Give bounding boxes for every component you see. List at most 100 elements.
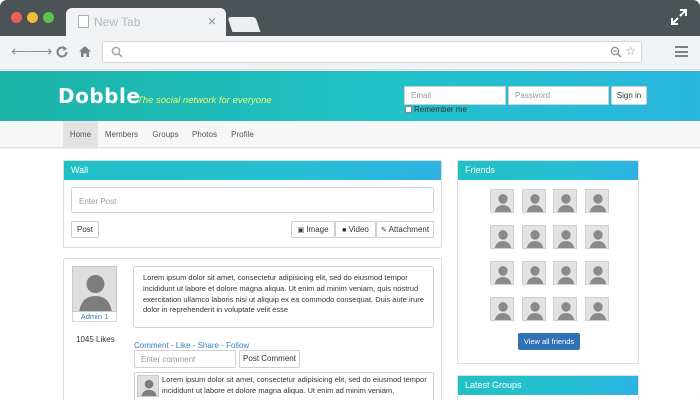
remember-me[interactable]: Remember me (405, 105, 467, 114)
back-arrow-icon[interactable]: ⟵ (11, 44, 33, 60)
address-bar[interactable]: ☆ (102, 41, 642, 63)
friend-avatar[interactable] (522, 261, 546, 285)
tab-title: New Tab (94, 15, 141, 29)
user-silhouette-icon (523, 190, 545, 212)
wall-title: Wall (64, 161, 441, 180)
user-silhouette-icon (491, 262, 513, 284)
action-separator: - (168, 341, 176, 350)
email-input[interactable]: Email (404, 86, 506, 105)
friend-avatar[interactable] (553, 297, 577, 321)
post-text: Lorem ipsum dolor sit amet, consectetur … (143, 273, 424, 315)
user-silhouette-icon (73, 267, 116, 311)
commenter-avatar[interactable] (137, 375, 159, 397)
user-silhouette-icon (523, 262, 545, 284)
attachment-button-label: Attachment (388, 225, 430, 234)
image-button-label: Image (306, 225, 329, 234)
site-logo[interactable]: Dobble (58, 84, 140, 108)
user-silhouette-icon (523, 298, 545, 320)
share-link[interactable]: Share (198, 341, 219, 350)
comment-item: Lorem ipsum dolor sit amet, consectetur … (134, 372, 434, 400)
password-input[interactable]: Password (508, 86, 609, 105)
user-silhouette-icon (586, 298, 608, 320)
likes-count: 1045 Likes (76, 335, 115, 344)
video-button-label: Video (348, 225, 369, 234)
latest-groups-panel: Latest Groups (457, 375, 639, 400)
browser-titlebar: New Tab × (0, 0, 700, 36)
author-name[interactable]: Admin 1 (72, 312, 117, 322)
sign-in-button[interactable]: Sign in (611, 86, 647, 105)
post-comment-button[interactable]: Post Comment (239, 350, 300, 368)
user-silhouette-icon (586, 226, 608, 248)
browser-menu-icon[interactable] (675, 46, 688, 57)
friend-avatar[interactable] (490, 297, 514, 321)
like-link[interactable]: Like (176, 341, 191, 350)
attachment-button[interactable]: ✎ Attachment (376, 221, 434, 238)
friend-avatar[interactable] (585, 297, 609, 321)
remember-me-checkbox[interactable] (405, 106, 412, 113)
friend-avatar[interactable] (553, 261, 577, 285)
close-window-button[interactable] (11, 12, 22, 23)
author-avatar[interactable] (72, 266, 117, 312)
latest-groups-title: Latest Groups (458, 376, 638, 395)
site-tagline: The social network for everyone (137, 95, 272, 106)
friend-avatar[interactable] (522, 225, 546, 249)
expand-icon[interactable] (670, 8, 688, 26)
bookmark-star-icon[interactable]: ☆ (625, 44, 636, 58)
friend-avatar[interactable] (585, 225, 609, 249)
follow-link[interactable]: Follow (226, 341, 249, 350)
post-input[interactable]: Enter Post (71, 187, 434, 213)
friend-avatar[interactable] (522, 189, 546, 213)
remember-me-label: Remember me (414, 105, 467, 114)
comment-text: Lorem ipsum dolor sit amet, consectetur … (162, 375, 427, 395)
friend-avatar[interactable] (553, 225, 577, 249)
friend-avatar[interactable] (490, 189, 514, 213)
video-button[interactable]: ■ Video (335, 221, 376, 238)
maximize-window-button[interactable] (43, 12, 54, 23)
browser-window: New Tab × ⟵ ⟶ ☆ Dobble The social networ… (0, 0, 700, 400)
view-all-friends-button[interactable]: View all friends (518, 333, 580, 350)
image-button[interactable]: ▣ Image (291, 221, 335, 238)
user-silhouette-icon (554, 262, 576, 284)
action-separator: - (218, 341, 227, 350)
image-icon: ▣ (297, 227, 305, 234)
nav-members[interactable]: Members (100, 121, 143, 148)
user-silhouette-icon (491, 298, 513, 320)
friend-avatar[interactable] (585, 189, 609, 213)
user-silhouette-icon (491, 226, 513, 248)
comment-link[interactable]: Comment (134, 341, 169, 350)
nav-home[interactable]: Home (63, 121, 98, 148)
user-silhouette-icon (586, 262, 608, 284)
nav-profile[interactable]: Profile (226, 121, 259, 148)
comment-input[interactable]: Enter comment (134, 350, 236, 368)
search-icon (111, 46, 123, 58)
minimize-window-button[interactable] (27, 12, 38, 23)
nav-photos[interactable]: Photos (187, 121, 222, 148)
video-icon: ■ (342, 227, 347, 234)
paperclip-icon: ✎ (380, 227, 387, 234)
friends-title: Friends (458, 161, 638, 180)
home-icon[interactable] (78, 45, 92, 58)
user-silhouette-icon (586, 190, 608, 212)
nav-groups[interactable]: Groups (147, 121, 184, 148)
post-button[interactable]: Post (71, 221, 99, 238)
user-silhouette-icon (491, 190, 513, 212)
friend-avatar[interactable] (522, 297, 546, 321)
main-nav: Home Members Groups Photos Profile (0, 121, 700, 148)
user-silhouette-icon (554, 298, 576, 320)
user-silhouette-icon (554, 226, 576, 248)
friend-avatar[interactable] (490, 225, 514, 249)
forward-arrow-icon[interactable]: ⟶ (31, 44, 53, 60)
post-content: Lorem ipsum dolor sit amet, consectetur … (133, 266, 434, 328)
user-silhouette-icon (138, 376, 158, 396)
reload-icon[interactable] (55, 45, 69, 59)
tab-close-icon[interactable]: × (208, 13, 216, 29)
user-silhouette-icon (554, 190, 576, 212)
new-tab-button[interactable] (227, 17, 261, 32)
friend-avatar[interactable] (585, 261, 609, 285)
friend-avatar[interactable] (553, 189, 577, 213)
zoom-icon[interactable] (610, 46, 622, 58)
browser-tab[interactable]: New Tab × (66, 8, 226, 36)
friend-avatar[interactable] (490, 261, 514, 285)
browser-toolbar: ⟵ ⟶ ☆ (0, 36, 700, 70)
action-separator: - (190, 341, 198, 350)
